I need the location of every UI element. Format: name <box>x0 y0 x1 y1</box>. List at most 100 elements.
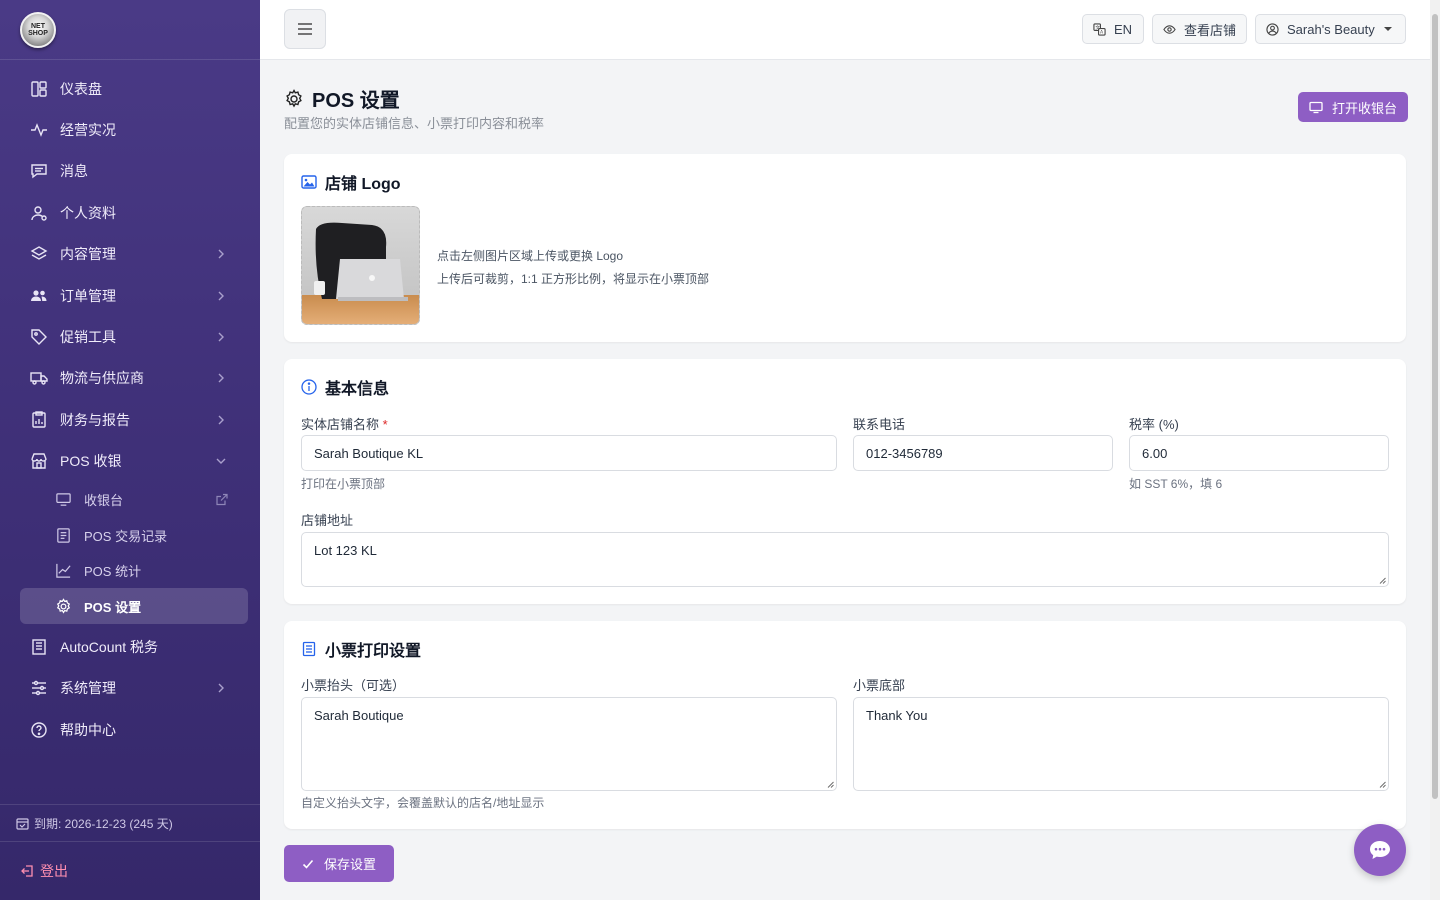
receipt-header-help: 自定义抬头文字，会覆盖默认的店名/地址显示 <box>301 796 545 810</box>
basic-info-card: 基本信息 实体店铺名称 * Sarah Boutique KL 打印在小票顶部 … <box>284 359 1406 604</box>
topbar: 文A EN 查看店铺 Sarah's Beauty <box>260 0 1430 60</box>
store-icon <box>30 452 48 470</box>
store-logo-image <box>302 207 419 324</box>
sidebar-subitem-cashier[interactable]: 收银台 <box>0 482 260 518</box>
logout-button[interactable]: 登出 <box>0 854 68 888</box>
sidebar-item-help[interactable]: 帮助中心 <box>0 709 260 750</box>
chevron-right-icon <box>216 373 226 383</box>
report-icon <box>30 411 48 429</box>
sidebar-item-finance[interactable]: 财务与报告 <box>0 399 260 440</box>
required-mark: * <box>382 417 388 432</box>
sidebar-item-label: 消息 <box>60 163 88 180</box>
sidebar-item-logistics[interactable]: 物流与供应商 <box>0 358 260 399</box>
message-icon <box>30 162 48 180</box>
phone-input[interactable]: 012-3456789 <box>853 435 1113 471</box>
sidebar-item-orders[interactable]: 订单管理 <box>0 275 260 316</box>
netshop-logo[interactable]: NET SHOP <box>20 11 56 48</box>
receipt-icon <box>54 526 72 544</box>
phone-label: 联系电话 <box>853 417 906 432</box>
store-name-value: Sarah Boutique KL <box>314 445 424 461</box>
sidebar-subitem-pos-records[interactable]: POS 交易记录 <box>0 517 260 553</box>
logo-card-title: 店铺 Logo <box>301 170 401 194</box>
activity-icon <box>30 121 48 139</box>
dashboard-icon <box>30 80 48 98</box>
chevron-right-icon <box>216 683 226 693</box>
gear-icon <box>54 597 72 615</box>
phone-value: 012-3456789 <box>866 445 943 461</box>
receipt-footer-label: 小票底部 <box>853 678 906 693</box>
store-name-label: 实体店铺名称 * <box>301 414 388 433</box>
sidebar-item-content[interactable]: 内容管理 <box>0 234 260 275</box>
basic-info-title: 基本信息 <box>301 375 389 399</box>
sidebar-item-label: 物流与供应商 <box>60 370 144 387</box>
sidebar-subitem-label: POS 统计 <box>84 564 142 580</box>
chat-bubble-icon <box>1370 841 1390 859</box>
sidebar-nav: 仪表盘 经营实况 消息 个人资料 内容管理 订单管理 促销工具 物流与供应商 财… <box>0 60 260 751</box>
receipt-header-label: 小票抬头（可选） <box>301 678 406 693</box>
logout-label: 登出 <box>40 863 68 879</box>
logo-card-title-text: 店铺 Logo <box>325 176 401 193</box>
account-name: Sarah's Beauty <box>1287 21 1375 37</box>
page-title: POS 设置 <box>284 84 400 113</box>
logo-hint-line2: 上传后可裁剪，1:1 正方形比例，将显示在小票顶部 <box>437 272 710 286</box>
logo-hint: 点击左侧图片区域上传或更换 Logo 上传后可裁剪，1:1 正方形比例，将显示在… <box>437 245 709 291</box>
sidebar-item-profile[interactable]: 个人资料 <box>0 192 260 233</box>
sidebar-item-system[interactable]: 系统管理 <box>0 668 260 709</box>
sidebar-item-dashboard[interactable]: 仪表盘 <box>0 68 260 109</box>
user-circle-icon <box>1266 22 1279 36</box>
address-value: Lot 123 KL <box>314 543 377 558</box>
save-settings-button[interactable]: 保存设置 <box>284 845 394 882</box>
page-scrollbar[interactable] <box>1430 0 1440 900</box>
resize-grip-icon[interactable] <box>827 781 834 788</box>
sidebar-subitem-label: POS 交易记录 <box>84 528 168 544</box>
sidebar-item-pos[interactable]: POS 收银 <box>0 441 260 482</box>
scrollbar-thumb[interactable] <box>1432 14 1438 799</box>
sidebar-subitem-pos-settings[interactable]: POS 设置 <box>20 588 248 625</box>
tax-input[interactable]: 6.00 <box>1129 435 1389 471</box>
sliders-icon <box>30 679 48 697</box>
logo-card: 店铺 Logo 点击左侧图片区域上传或更换 Logo 上传后可裁剪，1:1 正方… <box>284 154 1406 342</box>
page-title-text: POS 设置 <box>312 90 400 112</box>
receipt-header-textarea[interactable]: Sarah Boutique <box>301 697 837 791</box>
store-name-input[interactable]: Sarah Boutique KL <box>301 435 837 471</box>
tax-label: 税率 (%) <box>1129 417 1179 432</box>
gear-icon <box>286 88 302 108</box>
user-icon <box>30 204 48 222</box>
layers-icon <box>30 245 48 263</box>
sidebar-subitem-label: POS 设置 <box>84 599 142 615</box>
tax-value: 6.00 <box>1142 445 1168 461</box>
account-dropdown[interactable]: Sarah's Beauty <box>1255 14 1406 44</box>
logo-upload-area[interactable] <box>301 206 420 325</box>
caret-down-icon <box>1383 27 1392 31</box>
sidebar-item-label: 经营实况 <box>60 122 116 139</box>
open-pos-button[interactable]: 打开收银台 <box>1298 92 1409 122</box>
expiry-info: 到期: 2026-12-23 (245 天) <box>0 804 260 842</box>
resize-grip-icon[interactable] <box>1379 781 1386 788</box>
menu-toggle-button[interactable] <box>284 9 326 49</box>
logo-hint-line1: 点击左侧图片区域上传或更换 Logo <box>437 249 624 263</box>
sidebar-item-live[interactable]: 经营实况 <box>0 109 260 150</box>
language-label: EN <box>1114 21 1133 37</box>
sidebar-item-label: 系统管理 <box>60 680 116 697</box>
chevron-right-icon <box>216 332 226 342</box>
monitor-icon <box>1309 101 1323 114</box>
sidebar-item-promo[interactable]: 促销工具 <box>0 316 260 357</box>
sidebar-item-label: AutoCount 税务 <box>60 639 159 656</box>
view-store-button[interactable]: 查看店铺 <box>1152 14 1247 44</box>
resize-grip-icon[interactable] <box>1379 577 1386 584</box>
address-textarea[interactable]: Lot 123 KL <box>301 532 1389 587</box>
sidebar-subitem-pos-stats[interactable]: POS 统计 <box>0 553 260 589</box>
chat-button[interactable] <box>1354 824 1406 876</box>
sidebar-item-autocount[interactable]: AutoCount 税务 <box>0 626 260 667</box>
receipt-icon <box>302 641 316 657</box>
external-link-icon[interactable] <box>215 493 228 506</box>
store-name-label-text: 实体店铺名称 <box>301 417 380 432</box>
sidebar-item-label: 订单管理 <box>60 287 116 304</box>
info-icon <box>301 379 317 395</box>
receipt-footer-textarea[interactable]: Thank You <box>853 697 1389 791</box>
sidebar-item-label: 仪表盘 <box>60 80 102 97</box>
monitor-icon <box>54 491 72 509</box>
sidebar-item-messages[interactable]: 消息 <box>0 151 260 192</box>
save-settings-label: 保存设置 <box>323 857 376 872</box>
language-button[interactable]: 文A EN <box>1082 14 1144 44</box>
